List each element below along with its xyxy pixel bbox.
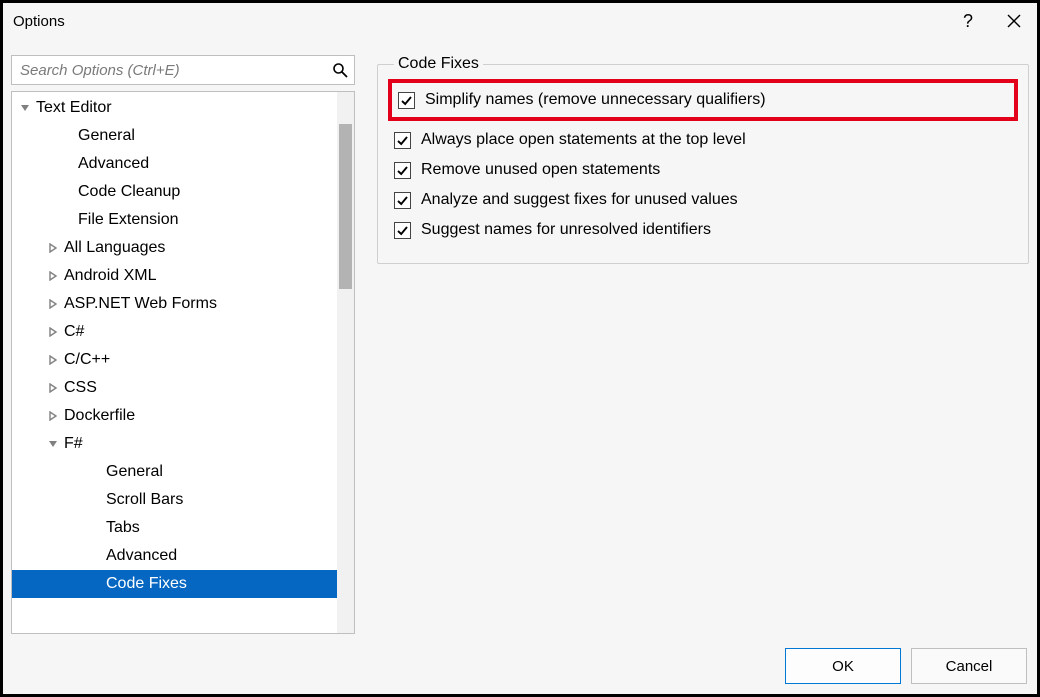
chevron-right-icon: [46, 409, 60, 423]
checkbox-row[interactable]: Analyze and suggest fixes for unused val…: [394, 185, 1012, 215]
tree-item[interactable]: Advanced: [12, 542, 354, 570]
tree-item-label: Dockerfile: [64, 407, 135, 425]
chevron-right-icon: [46, 297, 60, 311]
chevron-right-icon: [46, 241, 60, 255]
chevron-down-icon: [18, 101, 32, 115]
group-legend: Code Fixes: [394, 55, 483, 73]
close-icon: [1007, 14, 1021, 28]
help-button[interactable]: ?: [945, 3, 991, 39]
tree-item[interactable]: All Languages: [12, 234, 354, 262]
tree-item-label: Tabs: [106, 519, 140, 537]
tree-item[interactable]: Text Editor: [12, 94, 354, 122]
checkbox[interactable]: [394, 192, 411, 209]
tree-glyph-none: [46, 213, 60, 227]
checkbox-row[interactable]: Remove unused open statements: [394, 155, 1012, 185]
checkbox-row[interactable]: Always place open statements at the top …: [394, 125, 1012, 155]
checkbox-label: Suggest names for unresolved identifiers: [421, 221, 711, 239]
ok-button[interactable]: OK: [785, 648, 901, 684]
tree-glyph-none: [74, 493, 88, 507]
tree-item-label: All Languages: [64, 239, 165, 257]
search-box[interactable]: [11, 55, 355, 85]
tree-item[interactable]: Code Cleanup: [12, 178, 354, 206]
tree-item-label: Advanced: [78, 155, 149, 173]
chevron-down-icon: [46, 437, 60, 451]
titlebar: Options ?: [3, 3, 1037, 39]
close-button[interactable]: [991, 3, 1037, 39]
options-tree[interactable]: Text Editor General Advanced Code Cleanup Fi…: [11, 91, 355, 634]
tree-item[interactable]: Android XML: [12, 262, 354, 290]
tree-item-label: F#: [64, 435, 83, 453]
tree-item-label: File Extension: [78, 211, 179, 229]
checkbox[interactable]: [398, 92, 415, 109]
tree-item[interactable]: ASP.NET Web Forms: [12, 290, 354, 318]
tree-item[interactable]: General: [12, 122, 354, 150]
chevron-right-icon: [46, 325, 60, 339]
tree-glyph-none: [74, 465, 88, 479]
tree-item[interactable]: File Extension: [12, 206, 354, 234]
chevron-right-icon: [46, 353, 60, 367]
tree-item-label: C#: [64, 323, 84, 341]
checkbox[interactable]: [394, 132, 411, 149]
tree-item[interactable]: Tabs: [12, 514, 354, 542]
tree-item-label: ASP.NET Web Forms: [64, 295, 217, 313]
tree-item-label: Scroll Bars: [106, 491, 183, 509]
window-title: Options: [13, 13, 65, 30]
checkbox[interactable]: [394, 162, 411, 179]
tree-item[interactable]: Code Fixes: [12, 570, 354, 598]
tree-item[interactable]: CSS: [12, 374, 354, 402]
highlighted-option: Simplify names (remove unnecessary quali…: [388, 79, 1018, 121]
tree-item-label: CSS: [64, 379, 97, 397]
tree-item-label: General: [78, 127, 135, 145]
checkbox[interactable]: [394, 222, 411, 239]
checkbox-label: Simplify names (remove unnecessary quali…: [425, 91, 766, 109]
tree-glyph-none: [46, 129, 60, 143]
tree-item-label: Code Fixes: [106, 575, 187, 593]
dialog-buttons: OK Cancel: [785, 648, 1027, 684]
tree-item-label: General: [106, 463, 163, 481]
options-dialog: Options ? Text EditorGeneralAdv: [2, 2, 1038, 695]
tree-glyph-none: [74, 521, 88, 535]
search-icon: [332, 62, 348, 78]
tree-item[interactable]: Scroll Bars: [12, 486, 354, 514]
search-input[interactable]: [12, 56, 354, 84]
tree-item-label: C/C++: [64, 351, 110, 369]
content-area: Text Editor General Advanced Code Cleanup Fi…: [11, 55, 1029, 634]
right-column: Code Fixes Simplify names (remove unnece…: [377, 55, 1029, 634]
checkbox-label: Analyze and suggest fixes for unused val…: [421, 191, 738, 209]
tree-item[interactable]: C#: [12, 318, 354, 346]
tree-glyph-none: [46, 185, 60, 199]
tree-item[interactable]: F#: [12, 430, 354, 458]
checkbox-label: Always place open statements at the top …: [421, 131, 746, 149]
tree-glyph-none: [74, 577, 88, 591]
tree-glyph-none: [46, 157, 60, 171]
scrollbar[interactable]: [337, 92, 354, 633]
tree-glyph-none: [74, 549, 88, 563]
chevron-right-icon: [46, 381, 60, 395]
tree-item[interactable]: C/C++: [12, 346, 354, 374]
cancel-button[interactable]: Cancel: [911, 648, 1027, 684]
tree-item[interactable]: Advanced: [12, 150, 354, 178]
checkbox-row[interactable]: Simplify names (remove unnecessary quali…: [398, 85, 1008, 115]
tree-item-label: Advanced: [106, 547, 177, 565]
tree-item-label: Text Editor: [36, 99, 112, 117]
code-fixes-group: Code Fixes Simplify names (remove unnece…: [377, 55, 1029, 264]
tree-item-label: Code Cleanup: [78, 183, 180, 201]
tree-item[interactable]: General: [12, 458, 354, 486]
checkbox-label: Remove unused open statements: [421, 161, 660, 179]
tree-item[interactable]: Dockerfile: [12, 402, 354, 430]
chevron-right-icon: [46, 269, 60, 283]
scrollbar-thumb[interactable]: [339, 124, 352, 289]
checkbox-row[interactable]: Suggest names for unresolved identifiers: [394, 215, 1012, 245]
tree-item-label: Android XML: [64, 267, 157, 285]
left-column: Text Editor General Advanced Code Cleanup Fi…: [11, 55, 355, 634]
